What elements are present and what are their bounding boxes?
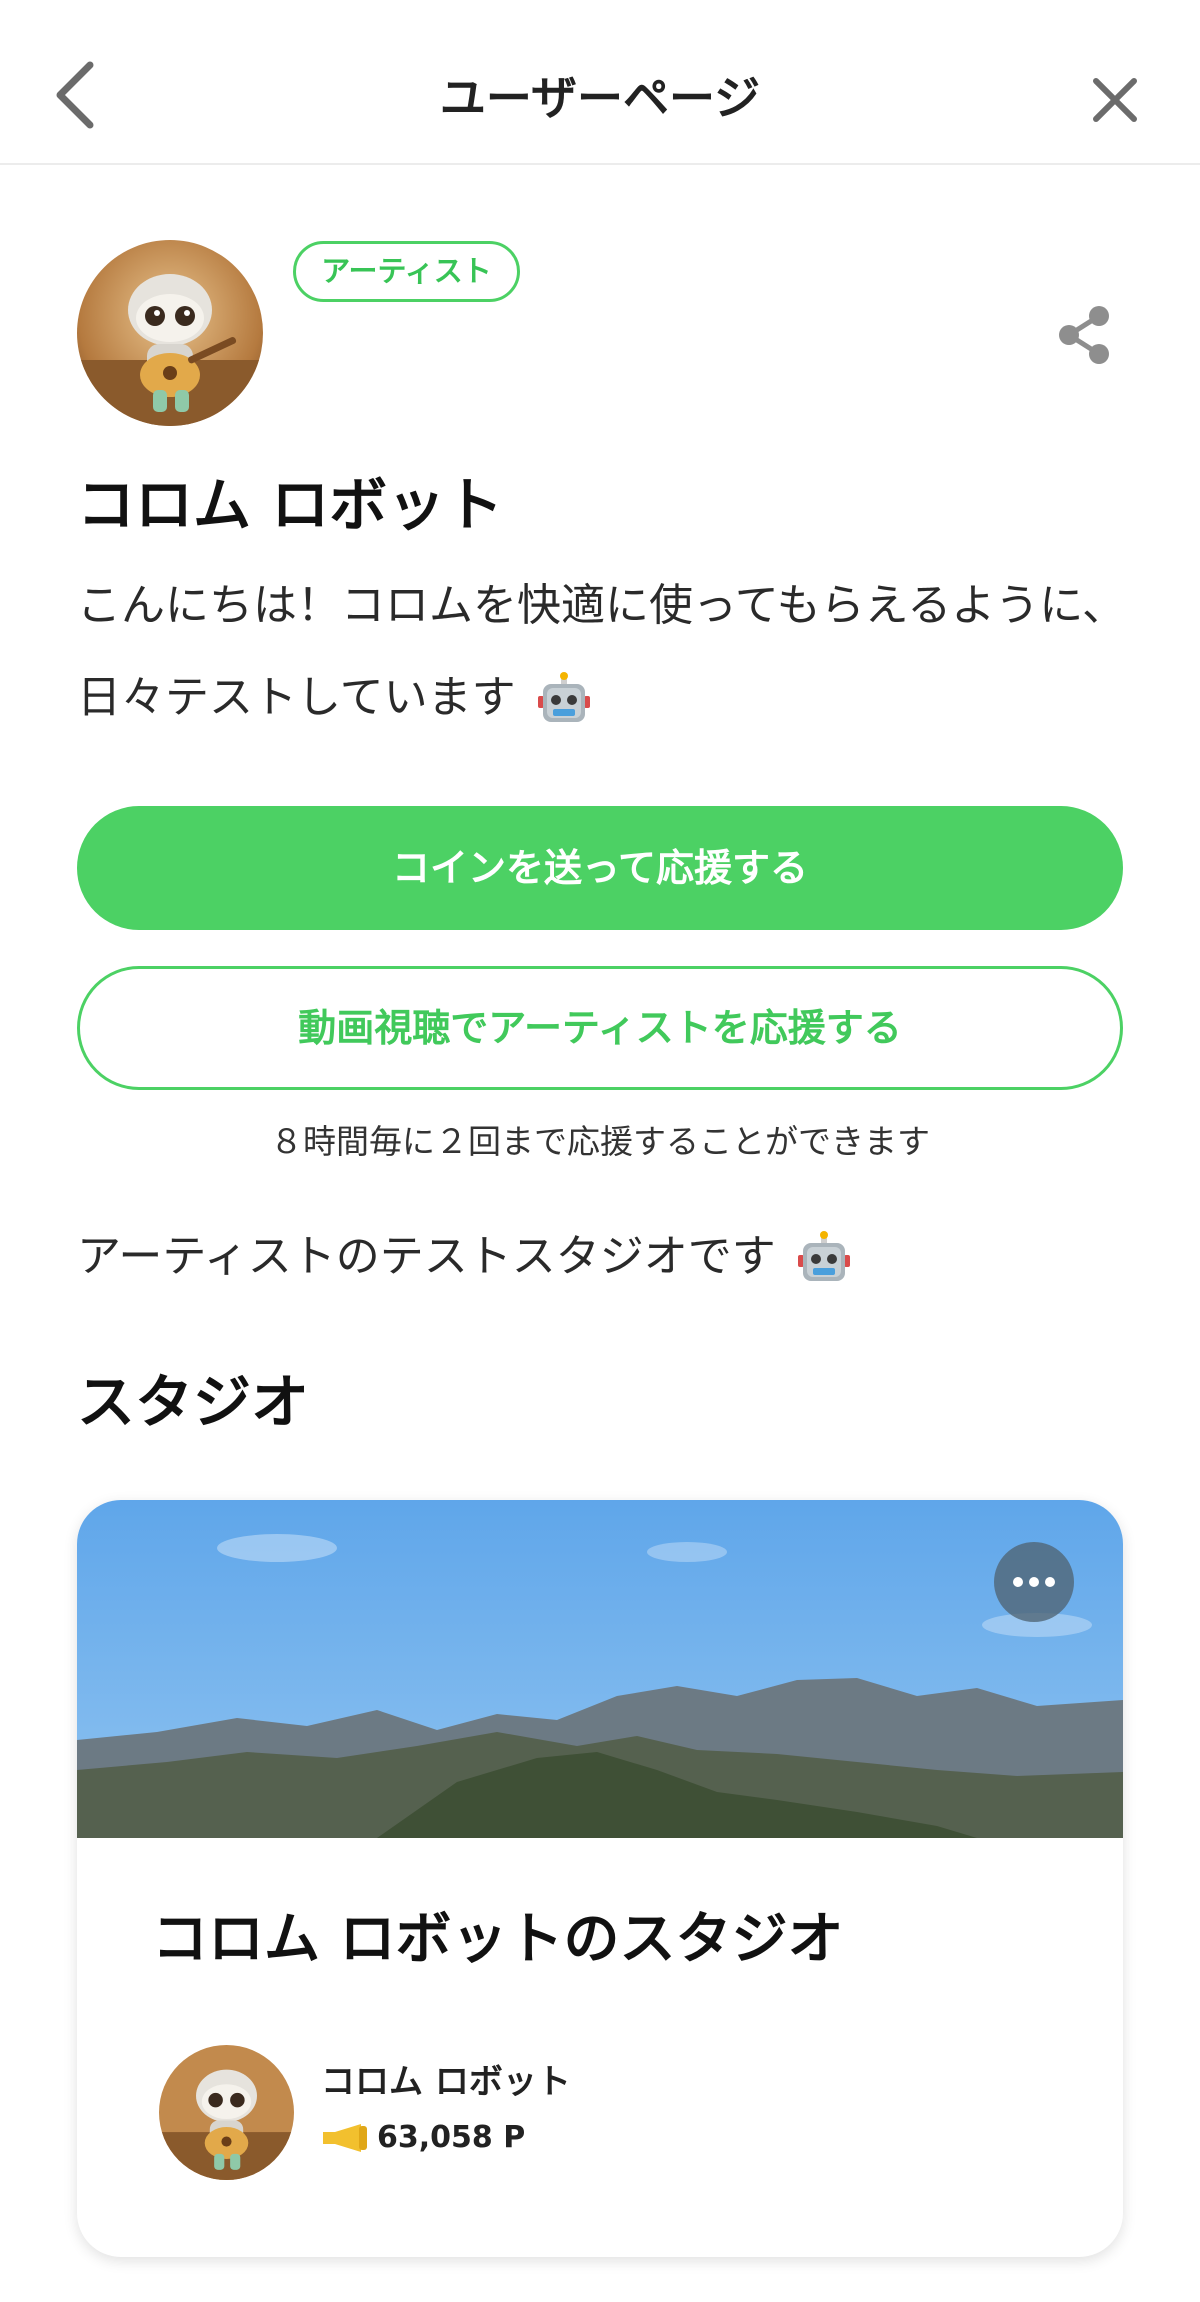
more-horizontal-icon <box>1013 1577 1055 1587</box>
studio-description: アーティストのテストスタジオです <box>77 1222 852 1292</box>
studio-points: 63,058 P <box>321 2116 525 2160</box>
studio-card-title: コロム ロボットのスタジオ <box>152 1907 844 1972</box>
robot-face-emoji <box>797 1231 850 1281</box>
studio-owner-avatar <box>159 2045 294 2180</box>
share-button[interactable] <box>1050 300 1120 370</box>
page-title: ユーザーページ <box>439 71 761 125</box>
support-limit-note: ８時間毎に２回まで応援することができます <box>270 1122 930 1161</box>
studio-cover-image <box>77 1500 1123 1838</box>
robot-guitar-avatar <box>159 2045 294 2180</box>
avatar <box>77 240 263 426</box>
studio-points-value: 63,058 P <box>377 2120 526 2155</box>
megaphone-icon <box>323 2124 367 2152</box>
studio-section-title: スタジオ <box>77 1368 310 1436</box>
share-icon <box>1059 306 1109 364</box>
studio-more-button[interactable] <box>994 1542 1074 1622</box>
watch-video-support-button[interactable]: 動画視聴でアーティストを応援する <box>77 966 1123 1090</box>
studio-description-text: アーティストのテストスタジオです <box>77 1231 776 1282</box>
studio-owner-name: コロム ロボット <box>321 2062 571 2102</box>
studio-card[interactable]: コロム ロボットのスタジオ コロム ロボット 63,058 P <box>77 1500 1123 2257</box>
user-name: コロム ロボット <box>77 471 504 539</box>
send-coin-button[interactable]: コインを送って応援する <box>77 806 1123 930</box>
close-button[interactable] <box>1075 60 1155 140</box>
back-button[interactable] <box>40 50 110 140</box>
robot-guitar-avatar <box>77 240 263 426</box>
header-bar: ユーザーページ <box>0 0 1200 165</box>
close-icon <box>1093 78 1137 122</box>
bio-text: こんにちは！コロムを快適に使ってもらえるように、日々テストしています <box>77 580 1126 723</box>
user-bio: こんにちは！コロムを快適に使ってもらえるように、日々テストしています <box>77 560 1137 744</box>
artist-badge: アーティスト <box>293 241 520 302</box>
robot-face-emoji <box>537 672 590 722</box>
chevron-left-icon <box>56 61 94 129</box>
